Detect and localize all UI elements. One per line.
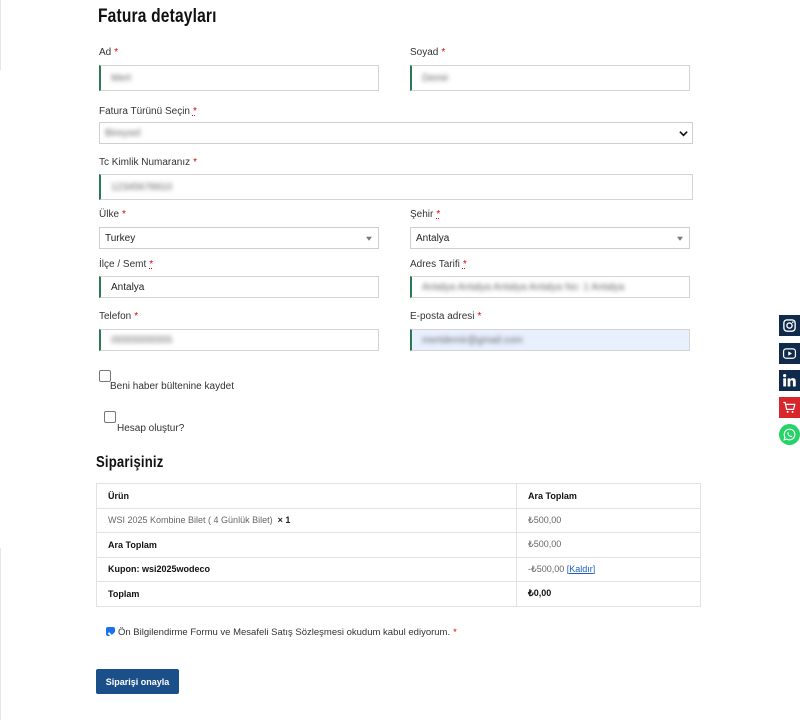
product-price-cell: ₺500,00	[516, 507, 701, 533]
ilce-label: İlçe / Semt *	[99, 259, 154, 270]
soyad-input[interactable]: Demir	[410, 65, 690, 91]
place-order-button[interactable]: Siparişi onayla	[96, 669, 179, 694]
subtotal-label-cell: Ara Toplam	[96, 532, 517, 558]
adres-label: Adres Tarifi *	[410, 259, 467, 270]
linkedin-icon	[783, 374, 796, 387]
caret-down-icon	[366, 236, 372, 241]
subtotal-value-cell: ₺500,00	[516, 532, 701, 558]
sehir-label: Şehir *	[410, 209, 441, 220]
coupon-label-cell: Kupon: wsi2025wodeco	[96, 556, 517, 582]
caret-down-icon	[677, 236, 683, 241]
create-account-checkbox[interactable]	[104, 411, 116, 423]
remove-coupon-link[interactable]: [Kaldır]	[567, 564, 596, 574]
adres-input[interactable]: Antalya Antalya Antalya Antalya No: 1 An…	[410, 276, 690, 298]
newsletter-label: Beni haber bültenine kaydet	[110, 381, 234, 392]
terms-checkbox[interactable]	[106, 627, 115, 636]
eposta-label: E-posta adresi *	[410, 311, 482, 322]
sehir-select[interactable]: Antalya	[410, 227, 690, 249]
whatsapp-button[interactable]	[779, 424, 800, 445]
telefon-label: Telefon *	[99, 311, 139, 322]
fatura-turu-label: Fatura Türünü Seçin *	[99, 106, 197, 117]
order-table: Ürün Ara Toplam WSI 2025 Kombine Bilet (…	[96, 483, 701, 607]
billing-title: Fatura detayları	[98, 6, 217, 27]
terms-label: Ön Bilgilendirme Formu ve Mesafeli Satış…	[118, 627, 457, 638]
table-row: Toplam ₺0,00	[96, 581, 701, 607]
ulke-label: Ülke *	[99, 209, 126, 220]
left-edge-divider-lower	[0, 548, 1, 720]
create-account-label: Hesap oluştur?	[117, 423, 185, 434]
youtube-button[interactable]	[779, 343, 800, 364]
tc-input[interactable]: 12345678910	[99, 174, 693, 200]
coupon-value-cell: -₺500,00 [Kaldır]	[516, 556, 701, 582]
fatura-turu-select[interactable]: Bireysel	[99, 122, 693, 144]
table-row: Kupon: wsi2025wodeco -₺500,00 [Kaldır]	[96, 556, 701, 582]
product-cell: WSI 2025 Kombine Bilet ( 4 Günlük Bilet)…	[96, 507, 517, 533]
left-edge-divider	[0, 0, 1, 70]
cart-icon	[783, 401, 796, 413]
table-header-row: Ürün Ara Toplam	[96, 483, 701, 509]
eposta-input[interactable]: mertdemir@gmail.com	[410, 329, 690, 351]
subtotal-column-header: Ara Toplam	[516, 483, 701, 509]
youtube-icon	[782, 348, 797, 359]
whatsapp-icon	[783, 428, 796, 441]
chevron-down-icon	[679, 131, 688, 137]
product-column-header: Ürün	[96, 483, 517, 509]
cart-button[interactable]	[779, 397, 800, 418]
order-title: Siparişiniz	[96, 454, 164, 471]
soyad-label: Soyad *	[410, 47, 446, 58]
linkedin-button[interactable]	[779, 370, 800, 391]
instagram-button[interactable]	[779, 315, 800, 336]
total-label-cell: Toplam	[96, 581, 517, 607]
telefon-input[interactable]: 05555555555	[99, 329, 379, 351]
table-row: WSI 2025 Kombine Bilet ( 4 Günlük Bilet)…	[96, 507, 701, 533]
ulke-select[interactable]: Turkey	[99, 227, 379, 249]
table-row: Ara Toplam ₺500,00	[96, 532, 701, 558]
total-value-cell: ₺0,00	[516, 581, 701, 607]
ilce-input[interactable]: Antalya	[99, 276, 379, 298]
ad-input[interactable]: Mert	[99, 65, 379, 91]
ad-label: Ad *	[99, 47, 119, 58]
tc-label: Tc Kimlik Numaranız *	[99, 157, 198, 168]
instagram-icon	[783, 319, 796, 332]
